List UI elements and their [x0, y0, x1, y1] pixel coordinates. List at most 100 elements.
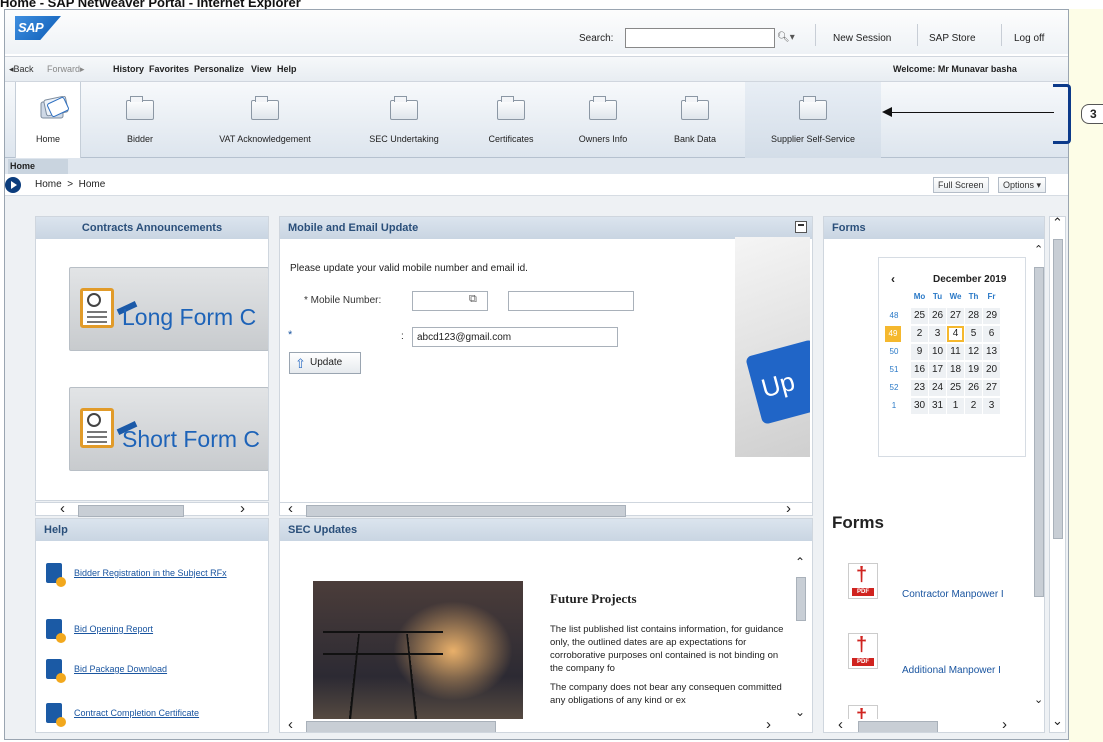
calendar-day[interactable]: 17 [929, 362, 946, 378]
breadcrumb[interactable]: Home > Home [35, 179, 105, 190]
scroll-right-icon[interactable]: › [786, 500, 791, 517]
short-form-banner[interactable]: Short Form C [69, 387, 269, 471]
scroll-thumb[interactable] [1034, 267, 1044, 597]
calendar-day[interactable]: 4 [947, 326, 964, 342]
help-item[interactable]: Bid Opening Report [46, 619, 256, 649]
calendar-day[interactable]: 26 [965, 380, 982, 396]
help-item[interactable]: Contract Completion Certificate [46, 703, 256, 733]
scroll-up-icon[interactable]: ⌃ [795, 555, 805, 569]
long-form-banner[interactable]: Long Form C [69, 267, 269, 351]
nav-tab-vat-acknowledgement[interactable]: VAT Acknowledgement [200, 82, 330, 158]
sec-vertical-scrollbar[interactable]: ⌃ ⌄ [794, 559, 808, 719]
help-link[interactable]: Bidder Registration in the Subject RFx [74, 567, 254, 580]
subtab-home[interactable]: Home [8, 159, 68, 174]
calendar-day[interactable]: 12 [965, 344, 982, 360]
calendar-day[interactable]: 20 [983, 362, 1000, 378]
new-session-link[interactable]: New Session [833, 33, 891, 44]
calendar-day[interactable]: 6 [983, 326, 1000, 342]
previous-month-icon[interactable]: ‹ [891, 272, 895, 286]
scroll-down-icon[interactable]: ⌄ [1034, 693, 1043, 706]
week-number[interactable]: 51 [887, 362, 901, 378]
week-number[interactable]: 49 [885, 326, 901, 342]
nav-tab-certificates[interactable]: Certificates [471, 82, 551, 158]
nav-tab-supplier-self-service[interactable]: Supplier Self-Service [745, 82, 881, 158]
menu-personalize[interactable]: Personalize [194, 64, 244, 74]
scroll-thumb[interactable] [306, 721, 496, 733]
calendar-day[interactable]: 25 [911, 308, 928, 324]
scroll-down-icon[interactable]: ⌄ [1052, 713, 1063, 729]
forms-vertical-scrollbar[interactable]: ⌃ ⌄ [1034, 247, 1044, 717]
back-button[interactable]: ◂Back [9, 64, 34, 75]
forward-button[interactable]: Forward▸ [47, 64, 85, 75]
menu-view[interactable]: View [251, 64, 271, 74]
form-link[interactable]: Contractor Manpower I [902, 589, 1004, 600]
menu-favorites[interactable]: Favorites [149, 64, 189, 74]
scroll-right-icon[interactable]: › [1002, 716, 1007, 733]
week-number[interactable]: 48 [887, 308, 901, 324]
email-field[interactable] [412, 327, 618, 347]
calendar-day[interactable]: 27 [947, 308, 964, 324]
scroll-thumb[interactable] [858, 721, 938, 733]
scroll-right-icon[interactable]: › [766, 716, 771, 733]
calendar-day[interactable]: 29 [983, 308, 1000, 324]
minimize-icon[interactable] [795, 221, 807, 233]
mobile-number-field[interactable] [508, 291, 634, 311]
calendar-day[interactable]: 16 [911, 362, 928, 378]
search-input[interactable] [625, 28, 775, 48]
calendar-day[interactable]: 10 [929, 344, 946, 360]
calendar-day[interactable]: 24 [929, 380, 946, 396]
help-item[interactable]: Bid Package Download [46, 659, 256, 689]
search-icon[interactable]: 🔍︎▾ [777, 32, 795, 43]
log-off-link[interactable]: Log off [1014, 33, 1044, 44]
sap-store-link[interactable]: SAP Store [929, 33, 976, 44]
nav-tab-owners-info[interactable]: Owners Info [563, 82, 643, 158]
form-link[interactable]: Additional Manpower I [902, 665, 1001, 676]
forms-horizontal-scrollbar[interactable]: ‹ › [824, 719, 1034, 733]
calendar-day[interactable]: 1 [947, 398, 964, 414]
mobile-horizontal-scrollbar[interactable]: ‹ › [279, 502, 813, 516]
help-link[interactable]: Bid Opening Report [74, 623, 254, 636]
calendar-day[interactable]: 2 [965, 398, 982, 414]
calendar-day[interactable]: 9 [911, 344, 928, 360]
menu-help[interactable]: Help [277, 64, 297, 74]
expand-navigation-icon[interactable] [5, 177, 21, 193]
calendar-day[interactable]: 28 [965, 308, 982, 324]
scroll-thumb[interactable] [306, 505, 626, 517]
week-number[interactable]: 1 [887, 398, 901, 414]
calendar-day[interactable]: 19 [965, 362, 982, 378]
scroll-thumb[interactable] [796, 577, 806, 621]
page-vertical-scrollbar[interactable]: ⌃ ⌄ [1049, 216, 1066, 733]
scroll-down-icon[interactable]: ⌄ [795, 705, 805, 719]
nav-tab-bidder[interactable]: Bidder [105, 82, 175, 158]
calendar-day[interactable]: 26 [929, 308, 946, 324]
calendar-day[interactable]: 31 [929, 398, 946, 414]
scroll-left-icon[interactable]: ‹ [60, 500, 65, 517]
value-help-icon[interactable]: ⧉ [469, 293, 477, 306]
calendar-day[interactable]: 25 [947, 380, 964, 396]
scroll-up-icon[interactable]: ⌃ [1052, 215, 1063, 231]
calendar-day[interactable]: 3 [929, 326, 946, 342]
calendar-day[interactable]: 11 [947, 344, 964, 360]
update-button[interactable]: Update [289, 352, 361, 374]
calendar-day[interactable]: 30 [911, 398, 928, 414]
sec-horizontal-scrollbar[interactable]: ‹ › [280, 719, 813, 733]
scroll-thumb[interactable] [78, 505, 184, 517]
nav-tab-home[interactable]: Home [15, 82, 81, 158]
nav-tab-bank-data[interactable]: Bank Data [657, 82, 733, 158]
scroll-right-icon[interactable]: › [240, 500, 245, 517]
calendar-day[interactable]: 2 [911, 326, 928, 342]
contracts-horizontal-scrollbar[interactable]: ‹ › [35, 502, 269, 516]
scroll-thumb[interactable] [1053, 239, 1063, 539]
calendar-day[interactable]: 27 [983, 380, 1000, 396]
calendar-day[interactable]: 5 [965, 326, 982, 342]
scroll-left-icon[interactable]: ‹ [838, 716, 843, 733]
week-number[interactable]: 52 [887, 380, 901, 396]
help-link[interactable]: Contract Completion Certificate [74, 707, 254, 720]
week-number[interactable]: 50 [887, 344, 901, 360]
options-button[interactable]: Options ▾ [998, 177, 1046, 193]
scroll-left-icon[interactable]: ‹ [288, 716, 293, 733]
help-link[interactable]: Bid Package Download [74, 663, 254, 676]
calendar-day[interactable]: 3 [983, 398, 1000, 414]
scroll-up-icon[interactable]: ⌃ [1034, 243, 1043, 256]
help-item[interactable]: Bidder Registration in the Subject RFx [46, 563, 256, 593]
